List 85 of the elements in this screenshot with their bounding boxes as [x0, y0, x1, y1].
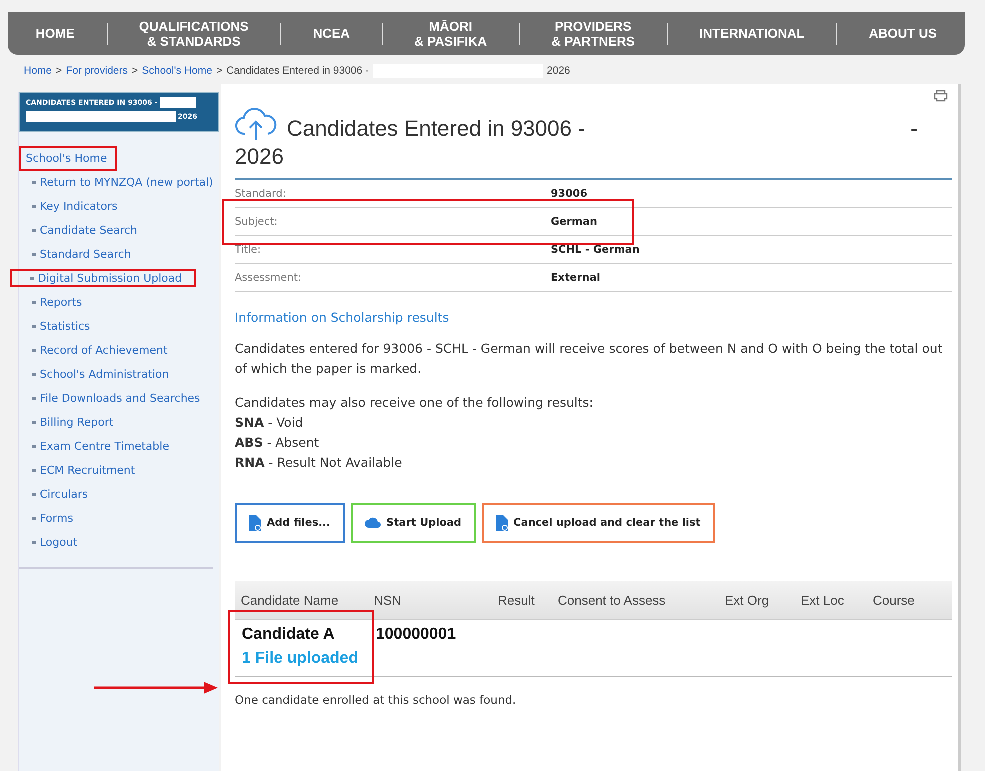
nsn-cell-text: 100000001	[376, 625, 458, 645]
bullet-icon	[32, 180, 36, 184]
result-summary: One candidate enrolled at this school was found.	[235, 693, 518, 707]
sidebar-link[interactable]: Billing Report	[19, 413, 120, 431]
sidebar-link[interactable]: Standard Search	[19, 245, 138, 263]
file-icon	[249, 515, 261, 531]
results-intro: Candidates may also receive one of the following results:	[235, 394, 595, 412]
nav-link[interactable]: INTERNATIONAL	[700, 26, 805, 41]
column-header: Ext Org	[725, 592, 770, 608]
bullet-icon	[32, 516, 36, 520]
result-code: ABS - Absent	[235, 434, 320, 452]
info-text: Candidates entered for 93006 - SCHL - German will receive scores of between N and O with O being the total out of which the paper is marked.	[235, 340, 944, 378]
sidebar-link[interactable]: Candidate Search	[19, 221, 144, 239]
cloud-icon	[364, 517, 381, 529]
bullet-icon	[32, 204, 36, 208]
upload-button[interactable]: Start Upload	[350, 503, 476, 543]
sidebar-link[interactable]: Logout	[19, 533, 84, 551]
bullet-icon	[32, 492, 36, 496]
nav-link[interactable]: PROVIDERS & PARTNERS	[552, 18, 636, 48]
file-icon	[496, 515, 508, 531]
bullet-icon	[30, 276, 34, 280]
info-link[interactable]: Information on Scholarship results	[235, 310, 450, 325]
detail-label: Standard:	[235, 188, 288, 200]
result-code: SNA - Void	[235, 414, 304, 432]
sidebar-link[interactable]: File Downloads and Searches	[19, 389, 206, 407]
breadcrumb-link[interactable]: Home	[24, 65, 52, 77]
sidebar-link[interactable]: Digital Submission Upload	[10, 269, 196, 287]
detail-value: External	[551, 272, 600, 284]
detail-label: Title:	[235, 244, 262, 256]
detail-value: SCHL - German	[551, 244, 640, 256]
breadcrumb-separator: >	[216, 65, 223, 77]
sidebar-link[interactable]: Reports	[19, 293, 88, 311]
bullet-icon	[32, 420, 36, 424]
bullet-icon	[32, 468, 36, 472]
nav-link[interactable]: NCEA	[313, 26, 350, 41]
sidebar-link[interactable]: Return to MYNZQA (new portal)	[19, 173, 220, 191]
bullet-icon	[32, 348, 36, 352]
column-header: Ext Loc	[801, 592, 846, 608]
breadcrumb-current: Candidates Entered in 93006 -	[226, 65, 370, 77]
upload-button[interactable]: Add files...	[235, 503, 345, 543]
column-header: NSN	[374, 592, 402, 608]
sidebar-link[interactable]: School's Administration	[19, 365, 176, 383]
bullet-icon	[32, 252, 36, 256]
column-header: Course	[873, 592, 916, 608]
sidebar-link[interactable]: Exam Centre Timetable	[19, 437, 176, 455]
page-title: -	[910, 116, 918, 142]
column-header: Candidate Name	[241, 592, 340, 608]
bullet-icon	[32, 324, 36, 328]
bullet-icon	[32, 540, 36, 544]
bullet-icon	[32, 228, 36, 232]
breadcrumb-separator: >	[132, 65, 138, 77]
redaction-block	[160, 97, 196, 108]
nav-link[interactable]: QUALIFICATIONS & STANDARDS	[139, 18, 249, 48]
result-code: RNA - Result Not Available	[235, 454, 404, 472]
sidebar-link[interactable]: Forms	[19, 509, 80, 527]
nav-link[interactable]: ABOUT US	[869, 26, 938, 41]
breadcrumb-link[interactable]: School's Home	[142, 65, 212, 77]
sidebar-link[interactable]: Record of Achievement	[19, 341, 174, 359]
column-header: Result	[498, 592, 536, 608]
printer-icon[interactable]	[934, 90, 948, 102]
files-link[interactable]: 1 File uploaded	[242, 650, 366, 668]
upload-button[interactable]: Cancel upload and clear the list	[482, 503, 715, 543]
page-title: Candidates Entered in 93006 -	[287, 116, 586, 142]
column-header: Consent to Assess	[558, 592, 667, 608]
bullet-icon	[32, 372, 36, 376]
detail-value: 93006	[551, 188, 588, 200]
cloud-upload-icon	[235, 106, 277, 142]
breadcrumb-current: 2026	[547, 65, 570, 77]
nav-link[interactable]: HOME	[36, 26, 75, 41]
detail-label: Assessment:	[235, 272, 303, 284]
sidebar-link[interactable]: ECM Recruitment	[19, 461, 142, 479]
candidate-name: Candidate A	[242, 626, 336, 644]
breadcrumb-link[interactable]: For providers	[66, 65, 128, 77]
sidebar-link[interactable]: Circulars	[19, 485, 94, 503]
bullet-icon	[32, 396, 36, 400]
breadcrumb-separator: >	[56, 65, 62, 77]
sidebar-home-link[interactable]: School's Home	[19, 146, 118, 171]
bullet-icon	[32, 444, 36, 448]
detail-label: Subject:	[235, 216, 279, 228]
sidebar-link[interactable]: Key Indicators	[19, 197, 124, 215]
detail-value: German	[551, 216, 598, 228]
sidebar-link[interactable]: Statistics	[19, 317, 96, 335]
page-title: 2026	[235, 144, 285, 170]
bullet-icon	[32, 300, 36, 304]
nav-link[interactable]: MĀORI & PASIFIKA	[414, 18, 488, 48]
